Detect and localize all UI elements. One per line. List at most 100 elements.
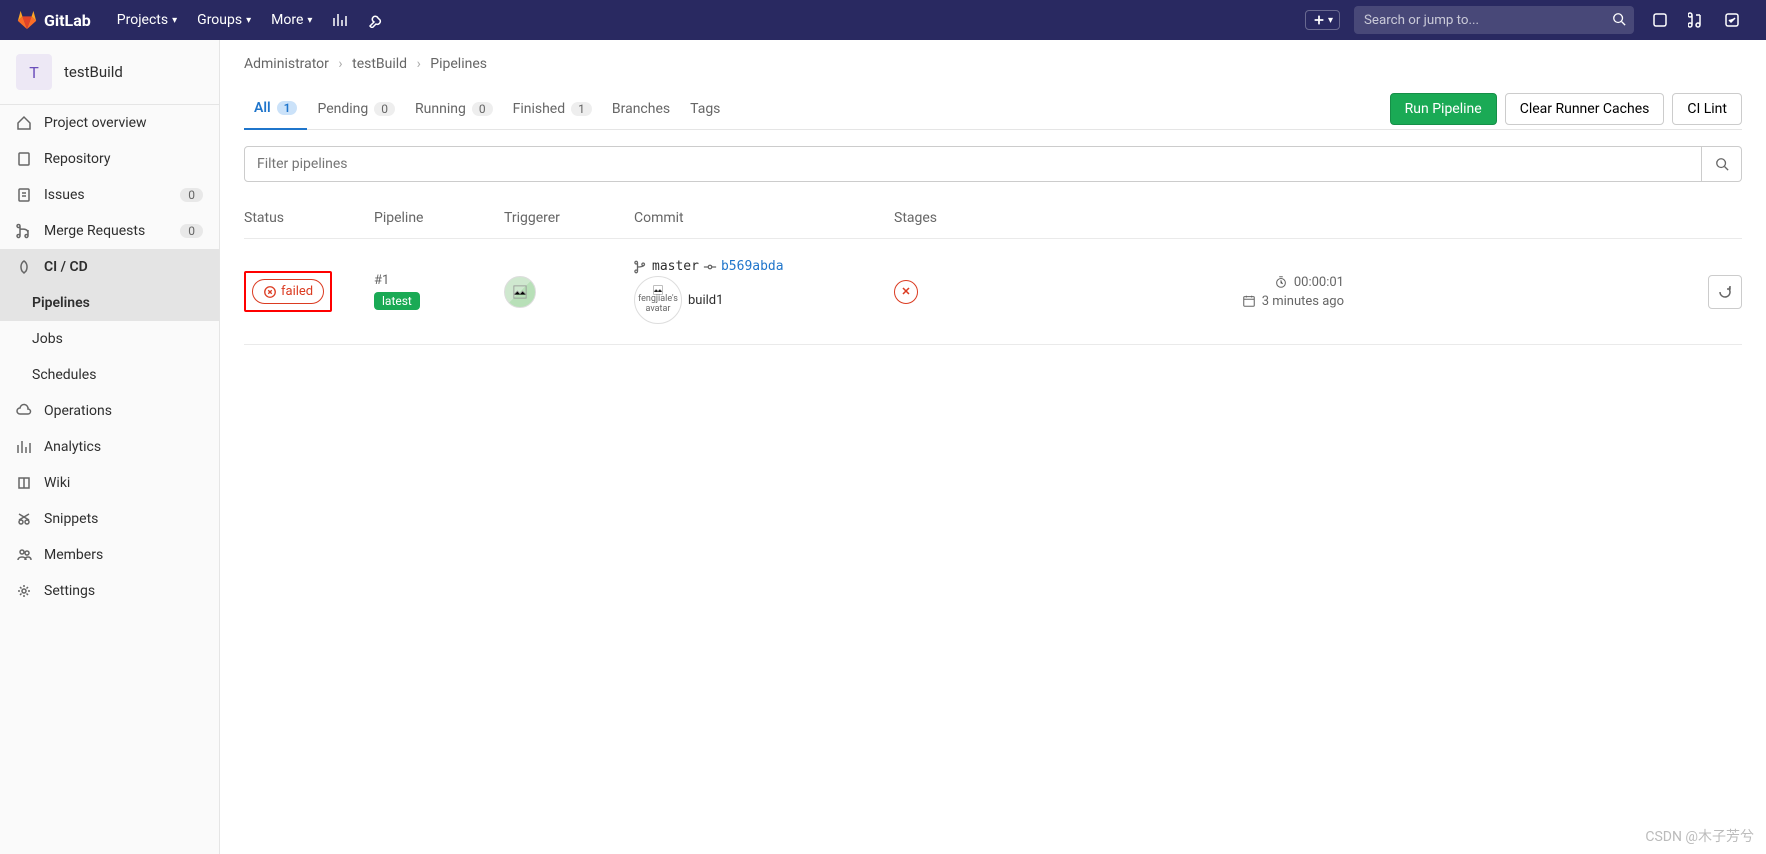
- sidebar-item-settings[interactable]: Settings: [0, 573, 219, 609]
- project-name: testBuild: [64, 63, 123, 81]
- breadcrumb-sep: ›: [417, 56, 421, 72]
- retry-icon: [1717, 284, 1733, 300]
- nav-more[interactable]: More▾: [261, 0, 322, 40]
- sidebar-item-operations[interactable]: Operations: [0, 393, 219, 429]
- sidebar-item-pipelines[interactable]: Pipelines: [0, 285, 219, 321]
- tab-branches[interactable]: Branches: [602, 89, 680, 129]
- cloud-icon: [16, 403, 32, 419]
- nav-issues-icon[interactable]: [1642, 0, 1678, 40]
- gear-icon: [16, 583, 32, 599]
- brand-text: GitLab: [44, 11, 91, 30]
- mrs-count-badge: 0: [180, 224, 203, 238]
- status-highlight-box: failed: [244, 271, 332, 312]
- pipeline-number[interactable]: #1: [374, 273, 504, 288]
- sidebar-project-header[interactable]: T testBuild: [0, 40, 219, 105]
- breadcrumb-sep: ›: [338, 56, 342, 72]
- filter-row: [244, 146, 1742, 182]
- home-icon: [16, 115, 32, 131]
- sidebar-item-overview[interactable]: Project overview: [0, 105, 219, 141]
- branch-name[interactable]: master: [652, 259, 699, 274]
- plus-icon: [1312, 13, 1326, 27]
- col-status: Status: [244, 210, 374, 226]
- issues-count-badge: 0: [180, 188, 203, 202]
- latest-badge: latest: [374, 292, 420, 310]
- col-commit: Commit: [634, 210, 894, 226]
- sidebar-item-schedules[interactable]: Schedules: [0, 357, 219, 393]
- run-pipeline-button[interactable]: Run Pipeline: [1390, 93, 1497, 125]
- tab-finished[interactable]: Finished1: [503, 89, 602, 129]
- retry-button[interactable]: [1708, 275, 1742, 309]
- nav-groups[interactable]: Groups▾: [187, 0, 261, 40]
- sidebar-item-analytics[interactable]: Analytics: [0, 429, 219, 465]
- tab-pending[interactable]: Pending0: [307, 89, 405, 129]
- col-stages: Stages: [894, 210, 1184, 226]
- sidebar-item-members[interactable]: Members: [0, 537, 219, 573]
- col-pipeline: Pipeline: [374, 210, 504, 226]
- top-navbar: GitLab Projects▾ Groups▾ More▾ ▾: [0, 0, 1766, 40]
- nav-new-dropdown[interactable]: ▾: [1305, 10, 1340, 30]
- nav-activity-icon[interactable]: [322, 0, 358, 40]
- chart-icon: [16, 439, 32, 455]
- breadcrumb: Administrator › testBuild › Pipelines: [244, 40, 1742, 80]
- chevron-down-icon: ▾: [307, 15, 312, 26]
- sidebar-item-issues[interactable]: Issues0: [0, 177, 219, 213]
- commit-message[interactable]: build1: [688, 293, 723, 308]
- tab-tags[interactable]: Tags: [680, 89, 730, 129]
- book-icon: [16, 475, 32, 491]
- sidebar: T testBuild Project overview Repository …: [0, 40, 220, 854]
- failed-icon: [263, 285, 277, 299]
- tabs-row: All1 Pending0 Running0 Finished1 Branche…: [244, 88, 1742, 130]
- ci-lint-button[interactable]: CI Lint: [1672, 93, 1742, 125]
- commit-icon: [703, 260, 717, 274]
- sidebar-item-mrs[interactable]: Merge Requests0: [0, 213, 219, 249]
- chevron-down-icon: ▾: [1328, 15, 1333, 26]
- sidebar-item-cicd[interactable]: CI / CD: [0, 249, 219, 285]
- tab-running[interactable]: Running0: [405, 89, 503, 129]
- sidebar-item-snippets[interactable]: Snippets: [0, 501, 219, 537]
- gitlab-logo[interactable]: GitLab: [16, 9, 91, 31]
- tab-all[interactable]: All1: [244, 88, 307, 130]
- broken-image-icon: [513, 285, 527, 299]
- sidebar-item-wiki[interactable]: Wiki: [0, 465, 219, 501]
- nav-projects[interactable]: Projects▾: [107, 0, 187, 40]
- timer-icon: [1274, 275, 1288, 289]
- nav-todos-icon[interactable]: [1714, 0, 1750, 40]
- tab-badge: 1: [571, 102, 592, 116]
- doc-icon: [16, 151, 32, 167]
- commit-author-avatar[interactable]: fengjiale's avatar: [634, 276, 682, 324]
- branch-icon: [634, 260, 648, 274]
- sidebar-item-jobs[interactable]: Jobs: [0, 321, 219, 357]
- breadcrumb-project[interactable]: testBuild: [352, 56, 407, 72]
- col-triggerer: Triggerer: [504, 210, 634, 226]
- search-icon: [1715, 157, 1729, 171]
- nav-admin-wrench-icon[interactable]: [358, 0, 394, 40]
- merge-icon: [16, 223, 32, 239]
- table-header: Status Pipeline Triggerer Commit Stages: [244, 198, 1742, 239]
- pipeline-timestamp: 3 minutes ago: [1184, 294, 1344, 309]
- clear-caches-button[interactable]: Clear Runner Caches: [1505, 93, 1665, 125]
- pipeline-duration: 00:00:01: [1184, 275, 1344, 290]
- status-badge-failed[interactable]: failed: [252, 279, 324, 304]
- tab-badge: 0: [472, 102, 493, 116]
- search-input[interactable]: [1354, 6, 1634, 34]
- triggerer-avatar[interactable]: [504, 276, 536, 308]
- nav-search: [1354, 6, 1634, 34]
- rocket-icon: [16, 259, 32, 275]
- stage-failed-icon[interactable]: ✕: [894, 280, 918, 304]
- tab-badge: 0: [374, 102, 395, 116]
- chevron-down-icon: ▾: [246, 15, 251, 26]
- breadcrumb-page[interactable]: Pipelines: [430, 56, 487, 72]
- issues-icon: [16, 187, 32, 203]
- pipeline-row: failed #1 latest master b569abda: [244, 239, 1742, 345]
- filter-search-button[interactable]: [1702, 146, 1742, 182]
- tanuki-icon: [16, 9, 38, 31]
- breadcrumb-owner[interactable]: Administrator: [244, 56, 329, 72]
- chevron-down-icon: ▾: [172, 15, 177, 26]
- nav-mrs-icon[interactable]: [1678, 0, 1714, 40]
- project-avatar: T: [16, 54, 52, 90]
- sidebar-item-repository[interactable]: Repository: [0, 141, 219, 177]
- filter-input[interactable]: [244, 146, 1702, 182]
- tab-badge: 1: [277, 101, 298, 115]
- commit-sha-link[interactable]: b569abda: [721, 259, 784, 274]
- main-content: Administrator › testBuild › Pipelines Al…: [220, 40, 1766, 854]
